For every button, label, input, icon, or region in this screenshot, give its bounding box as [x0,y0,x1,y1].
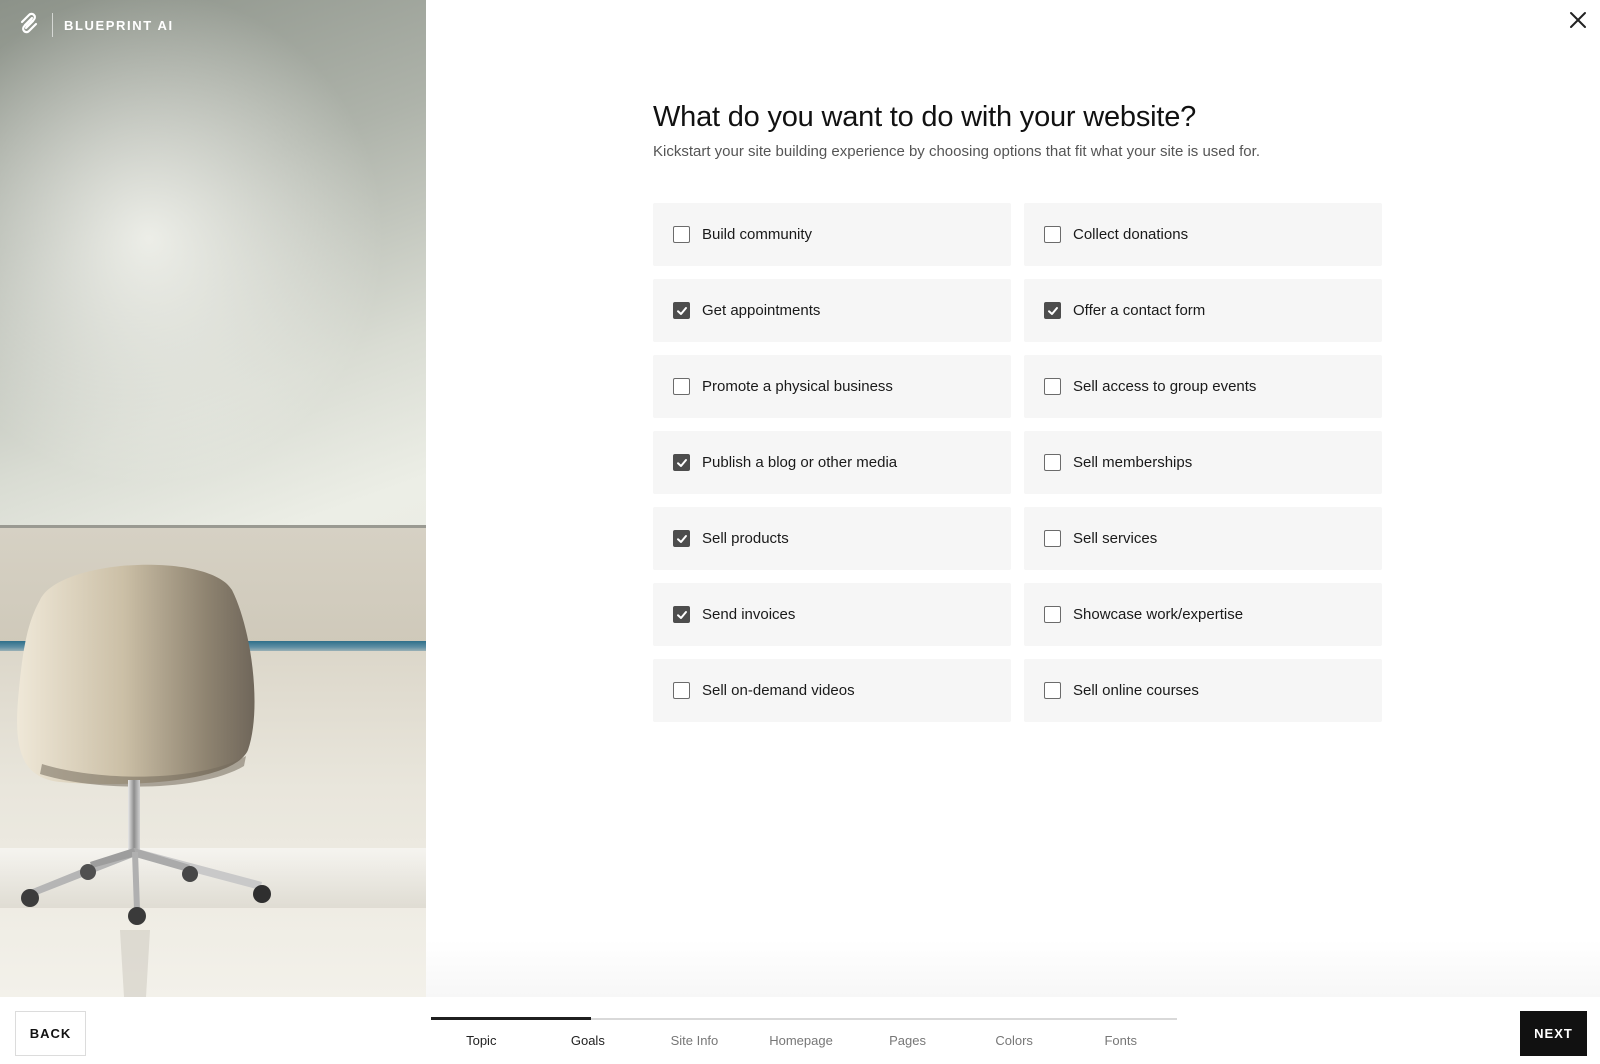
logo-divider [52,13,53,37]
wizard-step-site-info[interactable]: Site Info [671,1033,719,1048]
goal-checkbox[interactable] [1044,530,1061,547]
goal-option[interactable]: Sell memberships [1024,431,1382,494]
goal-option-label: Sell services [1073,530,1158,547]
close-button[interactable] [1566,10,1590,34]
brand-logo[interactable]: BLUEPRINT AI [16,12,174,38]
goal-option-label: Sell products [702,530,789,547]
goal-option[interactable]: Get appointments [653,279,1011,342]
goal-option-label: Showcase work/expertise [1073,606,1244,623]
hero-image [0,0,426,997]
squarespace-logo-icon [16,10,42,41]
goal-option-label: Send invoices [702,606,796,623]
wizard-step-fonts[interactable]: Fonts [1104,1033,1137,1048]
goal-option[interactable]: Send invoices [653,583,1011,646]
brand-name: BLUEPRINT AI [64,17,174,33]
wizard-step-goals[interactable]: Goals [571,1033,605,1048]
goal-option-label: Publish a blog or other media [702,454,898,471]
goal-option[interactable]: Sell on-demand videos [653,659,1011,722]
wizard-step-topic[interactable]: Topic [466,1033,496,1048]
goal-checkbox[interactable] [1044,302,1061,319]
goal-option-label: Offer a contact form [1073,302,1206,319]
goal-option-label: Promote a physical business [702,378,893,395]
goal-checkbox[interactable] [1044,378,1061,395]
goal-checkbox[interactable] [673,302,690,319]
checkmark-icon [676,306,687,315]
checkmark-icon [1047,306,1058,315]
goal-option[interactable]: Sell access to group events [1024,355,1382,418]
goal-checkbox[interactable] [673,226,690,243]
close-icon [1569,11,1587,34]
checkmark-icon [676,458,687,467]
goal-option-label: Build community [702,226,813,243]
goal-checkbox[interactable] [1044,682,1061,699]
goal-option[interactable]: Collect donations [1024,203,1382,266]
goal-checkbox[interactable] [1044,606,1061,623]
goal-option[interactable]: Offer a contact form [1024,279,1382,342]
checkmark-icon [676,534,687,543]
office-chair-illustration [17,564,271,997]
goal-option-label: Sell on-demand videos [702,682,855,699]
page-title: What do you want to do with your website… [653,101,1197,133]
back-button[interactable]: BACK [15,1011,86,1056]
goal-checkbox[interactable] [673,682,690,699]
goal-checkbox[interactable] [673,530,690,547]
wizard-footer [0,997,1600,1064]
goal-option[interactable]: Showcase work/expertise [1024,583,1382,646]
goal-option[interactable]: Publish a blog or other media [653,431,1011,494]
goals-options-grid: Build community Collect donations Get appo… [653,203,1382,722]
goal-option-label: Sell memberships [1073,454,1193,471]
goal-option[interactable]: Promote a physical business [653,355,1011,418]
checkmark-icon [676,610,687,619]
goal-option-label: Sell online courses [1073,682,1199,699]
goal-option-label: Get appointments [702,302,821,319]
progress-fill [431,1017,591,1020]
goal-checkbox[interactable] [673,454,690,471]
goal-checkbox[interactable] [673,606,690,623]
wizard-steps: Topic Goals Site Info Homepage Pages Colors Fo… [431,1033,1177,1053]
goal-option-label: Sell access to group events [1073,378,1257,395]
wizard-step-homepage[interactable]: Homepage [769,1033,833,1048]
goal-option-label: Collect donations [1073,226,1189,243]
goal-option[interactable]: Sell services [1024,507,1382,570]
page-subtitle: Kickstart your site building experience … [653,143,1260,160]
next-button[interactable]: NEXT [1520,1011,1587,1056]
goal-checkbox[interactable] [1044,454,1061,471]
goal-option[interactable]: Sell products [653,507,1011,570]
goal-option[interactable]: Sell online courses [1024,659,1382,722]
wizard-step-colors[interactable]: Colors [995,1033,1033,1048]
goal-checkbox[interactable] [673,378,690,395]
wizard-step-pages[interactable]: Pages [889,1033,926,1048]
goal-checkbox[interactable] [1044,226,1061,243]
goal-option[interactable]: Build community [653,203,1011,266]
